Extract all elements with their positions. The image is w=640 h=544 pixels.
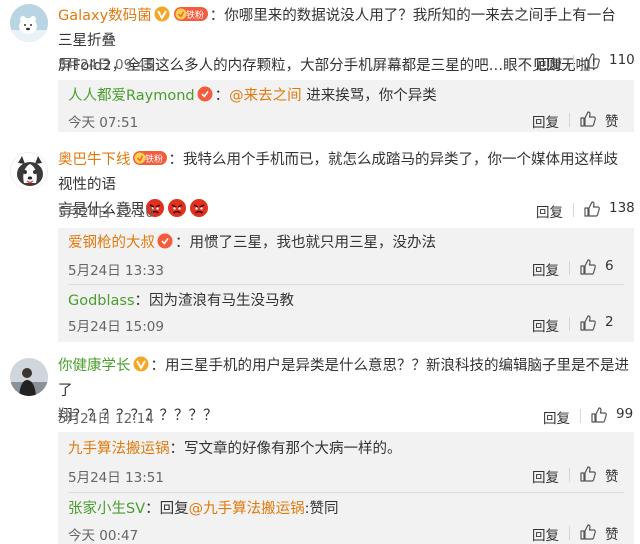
username[interactable]: 人人都爱Raymond xyxy=(68,88,195,104)
thumb-up-icon xyxy=(580,466,596,482)
reply-button[interactable]: 回复 xyxy=(536,53,563,73)
thumb-up-icon xyxy=(580,259,596,275)
vip-v-icon xyxy=(133,356,149,372)
username[interactable]: 爱钢枪的大叔 xyxy=(68,235,155,251)
thumb-up-icon xyxy=(591,407,607,423)
like-count: 110 xyxy=(609,52,635,68)
reply-button[interactable]: 回复 xyxy=(532,259,559,279)
polar-bear-avatar-icon xyxy=(10,4,48,42)
angry-emoji-icon xyxy=(189,198,209,218)
divider xyxy=(569,261,570,275)
husky-avatar-icon xyxy=(11,153,47,189)
svg-text:铁粉: 铁粉 xyxy=(144,153,162,165)
thumb-up-icon xyxy=(580,524,596,540)
thumb-up-icon xyxy=(584,201,600,217)
reply-body: ：写文章的好像有那个大病一样的。 xyxy=(169,441,402,457)
like-label: 赞 xyxy=(605,114,619,130)
divider xyxy=(573,55,574,69)
timestamp: 今天 00:47 xyxy=(68,528,139,544)
like-count: 6 xyxy=(605,258,614,274)
reply-body: 进来挨骂，你个异类 xyxy=(301,88,437,104)
divider xyxy=(569,468,570,482)
like-count: 2 xyxy=(605,314,614,330)
fan-badge-icon xyxy=(197,86,213,102)
divider xyxy=(569,113,570,127)
timestamp: 5月24日 12:14 xyxy=(58,411,154,427)
divider xyxy=(68,284,624,285)
divider xyxy=(580,409,581,423)
like-count: 99 xyxy=(616,406,634,422)
timestamp: 5月24日 13:33 xyxy=(68,263,164,279)
vip-v-icon xyxy=(154,6,170,22)
reply-body: :赞同 xyxy=(304,501,339,517)
avatar[interactable] xyxy=(10,4,48,42)
fan-badge-icon: 铁粉 xyxy=(132,150,167,166)
reply-thread: 爱钢枪的大叔 ：用惯了三星，我也就只用三星，没办法 5月24日 13:33 回复 … xyxy=(58,228,634,342)
reply-body: ：用惯了三星，我也就只用三星，没办法 xyxy=(175,235,436,251)
thumb-up-icon xyxy=(580,111,596,127)
username[interactable]: Godblass xyxy=(68,293,135,309)
divider xyxy=(569,526,570,540)
like-count: 138 xyxy=(609,200,635,216)
timestamp: 5月24日 13:51 xyxy=(68,470,164,486)
divider xyxy=(68,492,624,493)
timestamp: 5月24日 15:09 xyxy=(68,319,164,335)
reply-text: Godblass：因为渣浪有马生没马教 xyxy=(68,289,624,314)
like-label: 赞 xyxy=(605,469,619,485)
reply-button[interactable]: 回复 xyxy=(543,407,570,427)
reply-text: 九手算法搬运锅：写文章的好像有那个大病一样的。 xyxy=(68,437,624,462)
mention-link[interactable]: @来去之间 xyxy=(229,88,302,104)
svg-text:铁粉: 铁粉 xyxy=(186,9,204,21)
reply-text: 爱钢枪的大叔 ：用惯了三星，我也就只用三星，没办法 xyxy=(68,231,624,256)
timestamp: 5月24日 12:10 xyxy=(58,205,154,221)
username[interactable]: 九手算法搬运锅 xyxy=(68,441,170,457)
angry-emoji-icon xyxy=(167,198,187,218)
avatar[interactable] xyxy=(10,358,48,396)
avatar[interactable] xyxy=(10,152,48,190)
fan-badge-icon: 铁粉 xyxy=(173,6,208,22)
thumb-up-icon xyxy=(584,53,600,69)
mention-link[interactable]: @九手算法搬运锅 xyxy=(189,501,305,517)
username[interactable]: 奥巴牛下线 xyxy=(58,152,131,168)
timestamp: 今天 07:51 xyxy=(68,115,139,131)
username[interactable]: Galaxy数码菌 xyxy=(58,8,152,24)
reply-thread: 人人都爱Raymond ：@来去之间 进来挨骂，你个异类 今天 07:51 回复 … xyxy=(58,80,634,132)
divider xyxy=(569,317,570,331)
timestamp: 5月24日 09:45 xyxy=(58,57,154,73)
reply-button[interactable]: 回复 xyxy=(532,466,559,486)
reply-body: ：因为渣浪有马生没马教 xyxy=(134,293,295,309)
thumb-up-icon xyxy=(580,315,596,331)
like-label: 赞 xyxy=(605,527,619,543)
reply-thread: 九手算法搬运锅：写文章的好像有那个大病一样的。 5月24日 13:51 回复 赞… xyxy=(58,432,634,544)
reply-button[interactable]: 回复 xyxy=(536,201,563,221)
reply-button[interactable]: 回复 xyxy=(532,315,559,335)
reply-text: 人人都爱Raymond ：@来去之间 进来挨骂，你个异类 xyxy=(68,86,437,104)
fan-badge-icon xyxy=(157,233,173,249)
reply-button[interactable]: 回复 xyxy=(532,524,559,544)
username[interactable]: 张家小生SV xyxy=(68,501,145,517)
reply-button[interactable]: 回复 xyxy=(532,111,559,131)
person-photo-avatar-icon xyxy=(10,358,48,396)
divider xyxy=(573,203,574,217)
reply-text: 张家小生SV：回复@九手算法搬运锅:赞同 xyxy=(68,501,339,517)
username[interactable]: 你健康学长 xyxy=(58,358,131,374)
